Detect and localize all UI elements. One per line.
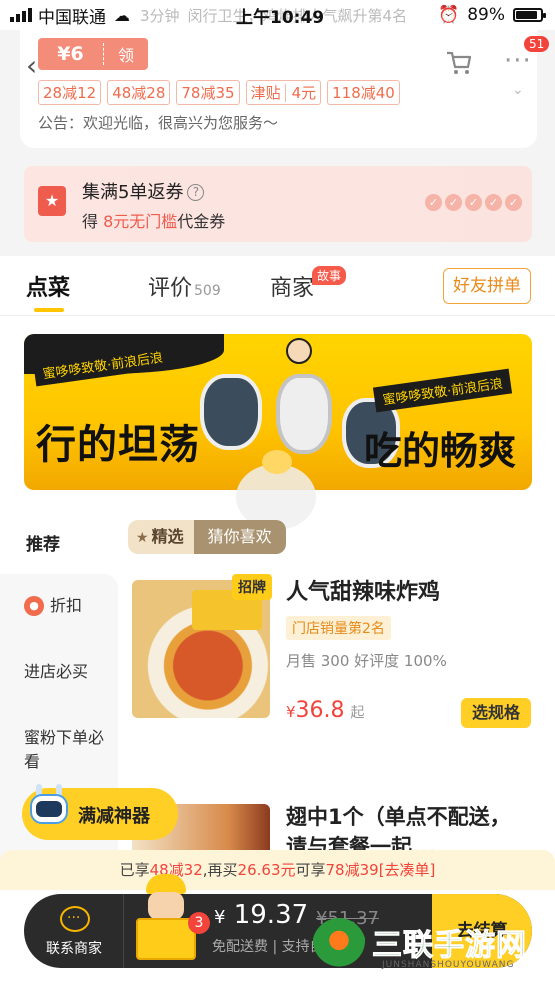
banner-slogan-right: 吃的畅爽 bbox=[364, 429, 517, 473]
chevron-down-icon[interactable]: ⌄ bbox=[512, 82, 524, 98]
ticket-icon: ★ bbox=[38, 186, 66, 216]
section-label: 推荐 bbox=[26, 535, 60, 555]
footer-text: ,再买 bbox=[202, 861, 238, 879]
cart-total: ¥ 19.37 bbox=[214, 900, 308, 930]
rebate-desc: 得 8元无门槛代金券 bbox=[82, 208, 225, 232]
banner-tag-right: 蜜哆哆致敬·前浪后浪 bbox=[372, 368, 513, 413]
footer-remaining-amount: 26.63元 bbox=[237, 861, 296, 879]
filter-featured-label: 精选 bbox=[151, 527, 184, 546]
wifi-icon: ☁ bbox=[114, 5, 130, 25]
banner-figure-head bbox=[286, 338, 312, 364]
sidebar-item-fan-notice[interactable]: 蜜粉下单必看 bbox=[24, 726, 108, 774]
price-value: 36.8 bbox=[295, 698, 345, 723]
back-icon[interactable]: ‹ bbox=[26, 52, 37, 80]
alarm-icon: ⏰ bbox=[438, 5, 460, 25]
recommend-filter: ★ 精选 猜你喜欢 bbox=[128, 520, 286, 554]
story-tag: 故事 bbox=[312, 266, 347, 285]
watermark-logo bbox=[312, 918, 366, 974]
progress-check-icon: ✓ bbox=[505, 194, 522, 211]
promo-tag-subsidy: 津贴 4元 bbox=[245, 80, 322, 105]
sidebar-item-label: 折扣 bbox=[50, 596, 83, 615]
footer-text: 可享 bbox=[295, 861, 326, 879]
active-tab-indicator bbox=[34, 308, 64, 312]
rebate-title-text: 集满5单返券 bbox=[82, 182, 184, 203]
battery-icon bbox=[513, 8, 546, 22]
claim-coupon-button[interactable]: ¥6 领 bbox=[38, 38, 148, 70]
promo-tag-value: 4元 bbox=[284, 84, 317, 102]
banner-slogan-left: 行的坦荡 bbox=[36, 422, 200, 468]
banner-shoe-illustration bbox=[200, 374, 262, 450]
watermark-text: 三联手游网 bbox=[372, 928, 527, 964]
rebate-desc-prefix: 得 bbox=[82, 212, 99, 231]
sidebar-item-must-buy[interactable]: 进店必买 bbox=[24, 660, 108, 684]
dish-price: ¥36.8 起 bbox=[286, 698, 365, 723]
tab-reviews-label: 评价 bbox=[148, 276, 193, 301]
shop-notice: 公告：欢迎光临，很高兴为您服务～ bbox=[38, 114, 279, 132]
rebate-desc-highlight: 8元无门槛 bbox=[103, 212, 178, 231]
discount-progress-bar: 已享48减32,再买26.63元可享78减39[去凑单] bbox=[0, 850, 555, 890]
watermark-pinyin: JUNSHANSHOUYOUWANG bbox=[382, 960, 515, 970]
promo-tag: 118减40 bbox=[327, 80, 400, 105]
signal-icon bbox=[10, 8, 32, 22]
tab-reviews[interactable]: 评价 509 bbox=[148, 270, 221, 302]
total-value: 19.37 bbox=[233, 900, 309, 930]
choose-spec-button[interactable]: 选规格 bbox=[461, 698, 531, 728]
carrier-label: 中国联通 bbox=[38, 7, 106, 28]
dish-image[interactable] bbox=[132, 580, 270, 718]
chat-icon bbox=[60, 906, 90, 932]
progress-check-icon: ✓ bbox=[465, 194, 482, 211]
promo-list: 28减12 48减28 78减35 津贴 4元 118减40 bbox=[38, 80, 400, 105]
total-currency: ¥ bbox=[214, 907, 226, 928]
price-suffix: 起 bbox=[350, 705, 365, 721]
rebate-progress: ✓ ✓ ✓ ✓ ✓ bbox=[425, 194, 522, 211]
sidebar-item-discount[interactable]: ● 折扣 bbox=[24, 594, 108, 618]
progress-check-icon: ✓ bbox=[425, 194, 442, 211]
site-watermark: 三联手游网 JUNSHANSHOUYOUWANG bbox=[308, 914, 554, 980]
coupon-amount: ¥6 bbox=[38, 43, 104, 65]
message-count-badge: 51 bbox=[524, 36, 550, 52]
cart-icon[interactable] bbox=[444, 48, 474, 78]
progress-check-icon: ✓ bbox=[485, 194, 502, 211]
cart-count-badge: 3 bbox=[188, 912, 210, 934]
contact-label: 联系商家 bbox=[46, 941, 102, 957]
battery-percent: 89% bbox=[467, 5, 505, 25]
filter-featured[interactable]: ★ 精选 bbox=[128, 520, 194, 554]
reviews-count: 509 bbox=[194, 283, 221, 299]
tab-merchant[interactable]: 商家 bbox=[270, 270, 314, 302]
status-bar: 中国联通 ☁ 3分钟 闵行卫生，鸡炸排人气飙升第4名 上午10:49 ⏰ 89% bbox=[0, 0, 555, 30]
banner-shoe-illustration bbox=[276, 374, 332, 454]
mascot-face bbox=[262, 450, 292, 474]
progress-check-icon: ✓ bbox=[445, 194, 462, 211]
promo-tag: 78减35 bbox=[176, 80, 240, 105]
robot-icon bbox=[26, 784, 72, 838]
price-currency: ¥ bbox=[286, 703, 296, 721]
promo-tag: 48减28 bbox=[107, 80, 171, 105]
help-icon[interactable]: ? bbox=[187, 184, 205, 201]
tab-order[interactable]: 点菜 bbox=[26, 270, 70, 302]
dish-stats: 月售 300 好评度 100% bbox=[286, 652, 447, 670]
coupon-claim-label: 领 bbox=[117, 46, 134, 65]
rebate-card[interactable]: ★ 集满5单返券? 得 8元无门槛代金券 ✓ ✓ ✓ ✓ ✓ bbox=[24, 166, 532, 242]
clock: 上午10:49 bbox=[236, 7, 325, 28]
sales-rank-tag: 门店销量第2名 bbox=[286, 616, 391, 640]
discount-helper-label: 满减神器 bbox=[78, 806, 150, 827]
add-more-link[interactable]: [去凑单] bbox=[379, 861, 436, 879]
filter-guess-you-like[interactable]: 猜你喜欢 bbox=[193, 520, 286, 554]
star-icon: ★ bbox=[136, 530, 149, 546]
rebate-title: 集满5单返券? bbox=[82, 178, 205, 204]
group-order-button[interactable]: 好友拼单 bbox=[443, 268, 531, 304]
rebate-desc-suffix: 代金券 bbox=[177, 212, 226, 231]
promo-tag-label: 津贴 bbox=[250, 84, 281, 102]
signature-badge: 招牌 bbox=[232, 574, 272, 600]
promo-tag: 28减12 bbox=[38, 80, 102, 105]
discount-icon: ● bbox=[24, 596, 44, 616]
contact-merchant-button[interactable]: 联系商家 bbox=[24, 894, 124, 968]
dish-name[interactable]: 人气甜辣味炸鸡 bbox=[286, 574, 440, 606]
footer-next-discount: 78减39 bbox=[325, 861, 379, 879]
background-notice-fragment: 3分钟 bbox=[140, 6, 180, 25]
discount-helper-button[interactable]: 满减神器 bbox=[22, 784, 178, 840]
